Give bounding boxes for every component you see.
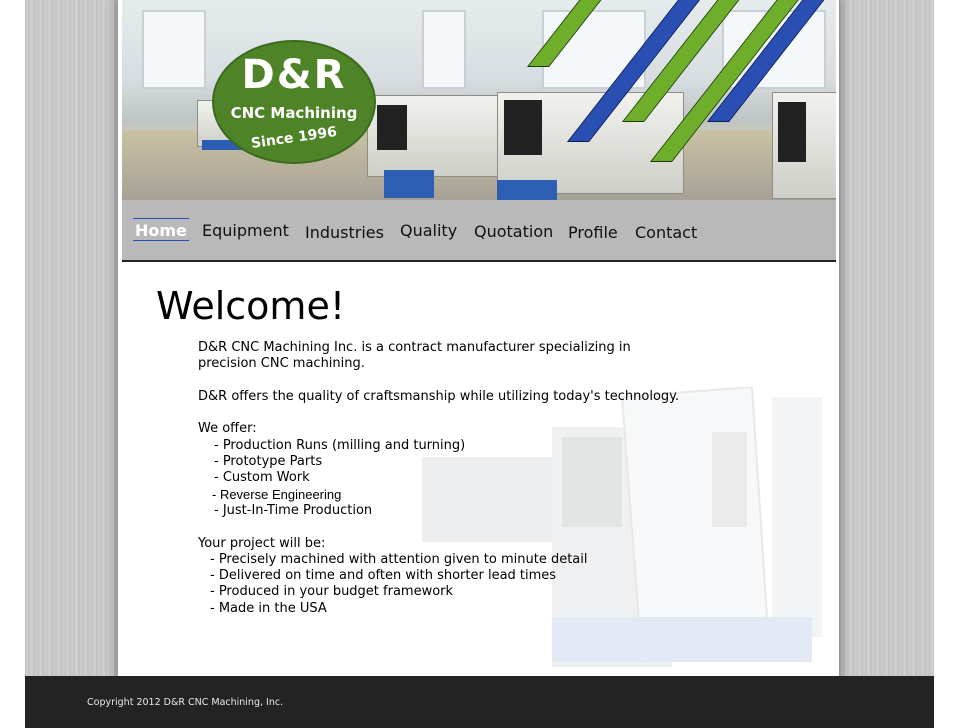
nav-quotation[interactable]: Quotation — [474, 222, 553, 241]
main-nav: Home Equipment Industries Quality Quotat… — [122, 200, 836, 262]
intro-line: D&R CNC Machining Inc. is a contract man… — [198, 340, 631, 355]
intro-line: precision CNC machining. — [198, 356, 365, 372]
nav-equipment[interactable]: Equipment — [202, 221, 289, 240]
page-title: Welcome! — [156, 284, 346, 328]
intro-text: D&R CNC Machining Inc. is a contract man… — [198, 340, 718, 617]
machine-panel — [504, 100, 542, 155]
offer-item: - Just-In-Time Production — [214, 502, 373, 518]
nav-profile[interactable]: Profile — [568, 223, 618, 242]
machine-base — [497, 180, 557, 200]
footer: Copyright 2012 D&R CNC Machining, Inc. — [25, 676, 934, 728]
quality-line: D&R offers the quality of craftsmanship … — [198, 388, 680, 404]
factory-window — [422, 10, 466, 89]
nav-contact[interactable]: Contact — [635, 223, 697, 242]
project-item: - Delivered on time and often with short… — [210, 568, 557, 584]
offer-item: - Production Runs (milling and turning) — [214, 437, 466, 453]
logo-name: CNC Machining — [230, 104, 358, 122]
nav-quality[interactable]: Quality — [400, 221, 457, 240]
offer-heading: We offer: — [198, 421, 257, 437]
offer-item: - Prototype Parts — [214, 454, 323, 470]
header-banner: D&R CNC Machining Since 1996 — [122, 0, 836, 200]
company-logo[interactable]: D&R CNC Machining Since 1996 — [212, 40, 376, 164]
main-content: Welcome! D&R CNC Machining Inc. is a con… — [122, 262, 836, 676]
project-item: - Produced in your budget framework — [210, 584, 454, 600]
project-item: - Precisely machined with attention give… — [210, 551, 588, 567]
offer-item: - Reverse Engineering — [212, 486, 342, 502]
project-heading: Your project will be: — [198, 535, 326, 551]
offer-item: - Custom Work — [214, 470, 310, 486]
machine-panel — [377, 105, 407, 150]
logo-brand: D&R — [241, 52, 347, 98]
nav-industries[interactable]: Industries — [305, 223, 384, 242]
nav-home[interactable]: Home — [133, 218, 189, 241]
machine-panel — [778, 102, 806, 162]
project-item: - Made in the USA — [210, 600, 327, 616]
factory-window — [142, 10, 206, 89]
machine-base — [384, 170, 434, 198]
copyright-text: Copyright 2012 D&R CNC Machining, Inc. — [87, 697, 284, 708]
